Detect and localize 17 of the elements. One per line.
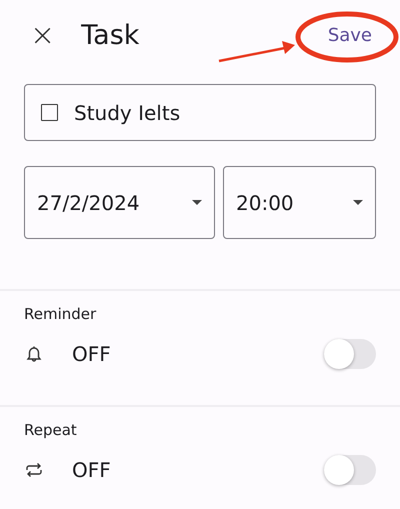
toggle-switch[interactable] [324, 455, 376, 485]
toggle-switch[interactable] [324, 339, 376, 369]
dropdown-arrow-icon [353, 200, 363, 205]
time-dropdown[interactable]: 20:00 [223, 166, 376, 239]
page-title: Task [81, 20, 140, 50]
task-label: Study Ielts [74, 100, 180, 124]
task-field[interactable]: Study Ielts [24, 84, 376, 141]
section-label: Repeat [24, 421, 77, 439]
checkbox[interactable] [41, 104, 58, 121]
section-label: Reminder [24, 305, 96, 323]
dropdown-arrow-icon [192, 200, 202, 205]
bell-icon [24, 344, 44, 364]
status-text: OFF [72, 458, 112, 482]
save-button[interactable]: Save [324, 22, 376, 48]
close-button[interactable]: × [26, 18, 60, 52]
date-dropdown[interactable]: 27/2/2024 [24, 166, 215, 239]
status-text: OFF [72, 342, 112, 366]
